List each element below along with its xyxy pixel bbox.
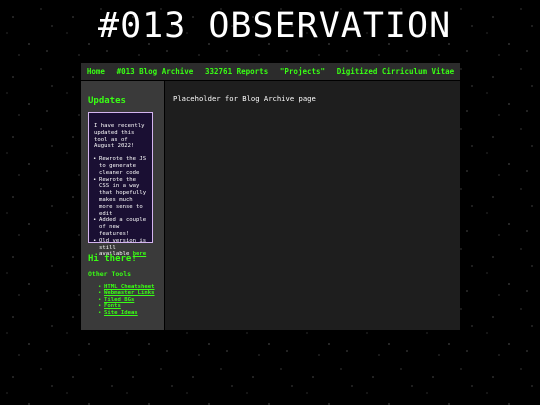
updates-box: I have recently updated this tool as of … — [88, 112, 153, 257]
tool-link-site-ideas[interactable]: Site Ideas — [104, 310, 138, 316]
other-tools-heading: Other Tools — [88, 270, 132, 278]
site-title: #013 OBSERVATION — [98, 6, 452, 46]
nav-link-home[interactable]: Home — [87, 67, 105, 76]
nav-link-cv[interactable]: Digitized Cirriculum Vitae — [337, 67, 454, 76]
placeholder-text: Placeholder for Blog Archive page — [173, 94, 316, 103]
tool-link-html-cheatsheet[interactable]: HTML Cheatsheet — [104, 284, 155, 290]
updates-list-item: Rewrote the CSS in a way that hopefully … — [93, 177, 148, 218]
tools-list-item: Site Ideas — [98, 310, 155, 317]
sidebar: Updates I have recently updated this too… — [81, 81, 164, 330]
updates-list: Rewrote the JS to generate cleaner code … — [93, 156, 148, 258]
updates-list-item: Added a couple of new features! — [93, 217, 148, 237]
nav-link-blog-archive[interactable]: #013 Blog Archive — [117, 67, 194, 76]
top-nav: Home #013 Blog Archive 332761 Reports "P… — [81, 63, 460, 80]
hi-there-heading: Hi there! — [88, 254, 137, 264]
nav-link-reports[interactable]: 332761 Reports — [205, 67, 268, 76]
tool-link-webmaster-links[interactable]: Webmaster Links — [104, 290, 155, 296]
main-content: Placeholder for Blog Archive page — [165, 81, 460, 330]
tool-link-fonts[interactable]: Fonts — [104, 303, 121, 309]
updates-heading: Updates — [88, 96, 126, 106]
updates-intro: I have recently updated this tool as of … — [94, 123, 145, 150]
tool-link-tiled-bgs[interactable]: Tiled BGs — [104, 297, 134, 303]
updates-list-item: Rewrote the JS to generate cleaner code — [93, 156, 148, 176]
nav-link-projects[interactable]: "Projects" — [280, 67, 325, 76]
tools-list: HTML Cheatsheet Webmaster Links Tiled BG… — [98, 284, 155, 316]
